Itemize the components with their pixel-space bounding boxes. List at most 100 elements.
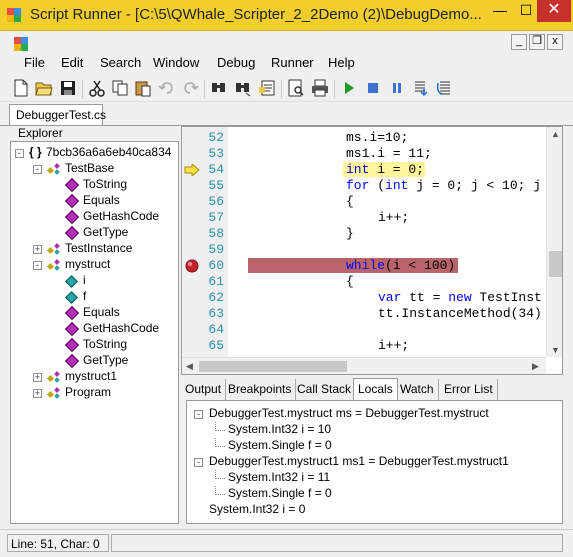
tree-node[interactable]: + mystruct1: [11, 369, 178, 385]
vertical-scroll-thumb[interactable]: [549, 251, 562, 277]
code-line[interactable]: 65 i++;: [182, 338, 552, 354]
tab-output[interactable]: Output: [181, 379, 227, 400]
mdi-restore-button[interactable]: ❐: [529, 34, 545, 50]
locals-panel[interactable]: - DebuggerTest.mystruct ms = DebuggerTest…: [186, 400, 563, 524]
locals-row[interactable]: System.Single f = 0: [187, 438, 562, 454]
code-line[interactable]: 56 {: [182, 194, 552, 210]
tree-node[interactable]: f: [11, 289, 178, 305]
menu-help[interactable]: Help: [328, 55, 355, 70]
redo-icon[interactable]: [181, 79, 199, 97]
replace-icon[interactable]: [258, 79, 276, 97]
menu-debug[interactable]: Debug: [217, 55, 255, 70]
code-line[interactable]: 52 ms.i=10;: [182, 130, 552, 146]
collapse-icon[interactable]: -: [15, 149, 24, 158]
open-folder-icon[interactable]: [35, 79, 53, 97]
tree-node[interactable]: GetType: [11, 353, 178, 369]
tab-call-stack[interactable]: Call Stack: [293, 379, 357, 400]
run-icon[interactable]: [340, 79, 358, 97]
code-line[interactable]: 57 i++;: [182, 210, 552, 226]
tree-node[interactable]: - mystruct: [11, 257, 178, 273]
mdi-close-button[interactable]: x: [547, 34, 563, 50]
scroll-down-icon[interactable]: ▼: [551, 345, 560, 355]
menu-file[interactable]: File: [24, 55, 45, 70]
explorer-tree[interactable]: -{ } 7bcb36a6a6eb40ca834- TestBase ToString…: [10, 141, 179, 524]
maximize-button[interactable]: ☐: [513, 0, 539, 22]
horizontal-scroll-thumb[interactable]: [199, 361, 347, 372]
breakpoint-icon[interactable]: [185, 259, 199, 273]
expand-icon[interactable]: +: [33, 373, 42, 382]
new-file-icon[interactable]: [12, 79, 30, 97]
save-icon[interactable]: [59, 79, 77, 97]
tree-node[interactable]: i: [11, 273, 178, 289]
paste-icon[interactable]: [134, 79, 152, 97]
code-line[interactable]: 59: [182, 242, 552, 258]
code-line[interactable]: 55 for (int j = 0; j < 10; j: [182, 178, 552, 194]
menu-edit[interactable]: Edit: [61, 55, 83, 70]
mdi-minimize-button[interactable]: _: [511, 34, 527, 50]
tree-node[interactable]: ToString: [11, 177, 178, 193]
minimize-button[interactable]: —: [487, 0, 513, 22]
collapse-icon[interactable]: -: [194, 410, 203, 419]
scroll-left-icon[interactable]: ◀: [186, 361, 193, 372]
stop-icon[interactable]: [364, 79, 382, 97]
undo-icon[interactable]: [158, 79, 176, 97]
tree-node[interactable]: -{ } 7bcb36a6a6eb40ca834: [11, 145, 178, 161]
locals-row[interactable]: System.Single f = 0: [187, 486, 562, 502]
locals-row[interactable]: System.Int32 i = 11: [187, 470, 562, 486]
locals-row[interactable]: - DebuggerTest.mystruct1 ms1 = DebuggerTe…: [187, 454, 562, 470]
step-into-icon[interactable]: [412, 79, 430, 97]
code-line[interactable]: 64: [182, 322, 552, 338]
find-next-icon[interactable]: [234, 79, 252, 97]
print-icon[interactable]: [311, 79, 329, 97]
close-button[interactable]: ✕: [537, 0, 571, 22]
menu-search[interactable]: Search: [100, 55, 141, 70]
code-text: ms1.i = 11;: [346, 146, 432, 161]
vertical-scrollbar[interactable]: ▲ ▼: [546, 127, 562, 357]
title-bar[interactable]: Script Runner - [C:\5\QWhale_Scripter_2_…: [0, 0, 573, 31]
tab-locals[interactable]: Locals: [353, 378, 398, 401]
collapse-icon[interactable]: -: [33, 165, 42, 174]
tab-breakpoints[interactable]: Breakpoints: [224, 379, 297, 400]
tab-watch[interactable]: Watch: [396, 379, 439, 400]
tab-debuggertest[interactable]: DebuggerTest.cs: [9, 104, 106, 125]
step-over-icon[interactable]: [436, 79, 454, 97]
collapse-icon[interactable]: -: [33, 261, 42, 270]
copy-icon[interactable]: [111, 79, 129, 97]
code-line[interactable]: 60 while(i < 100): [182, 258, 552, 274]
menu-window[interactable]: Window: [153, 55, 199, 70]
tree-node[interactable]: + Program: [11, 385, 178, 401]
locals-row[interactable]: System.Int32 i = 10: [187, 422, 562, 438]
line-number: 56: [208, 194, 224, 209]
locals-row[interactable]: System.Int32 i = 0: [187, 502, 562, 518]
code-editor[interactable]: 52 ms.i=10; 53 ms1.i = 11; 54 int i = 0; 55 for…: [181, 126, 563, 375]
code-line[interactable]: 63 tt.InstanceMethod(34): [182, 306, 552, 322]
document-icon[interactable]: [14, 37, 28, 51]
expand-icon[interactable]: +: [33, 389, 42, 398]
code-line[interactable]: 53 ms1.i = 11;: [182, 146, 552, 162]
tree-node[interactable]: GetHashCode: [11, 321, 178, 337]
horizontal-scrollbar[interactable]: ◀ ▶: [182, 357, 546, 374]
expand-icon[interactable]: +: [33, 245, 42, 254]
pause-icon[interactable]: [388, 79, 406, 97]
print-preview-icon[interactable]: [287, 79, 305, 97]
scroll-right-icon[interactable]: ▶: [532, 361, 539, 372]
tree-node[interactable]: - TestBase: [11, 161, 178, 177]
tree-node[interactable]: Equals: [11, 193, 178, 209]
cut-icon[interactable]: [88, 79, 106, 97]
tree-connector: [215, 422, 225, 431]
tab-error-list[interactable]: Error List: [440, 379, 498, 400]
code-line[interactable]: 61 {: [182, 274, 552, 290]
locals-row[interactable]: - DebuggerTest.mystruct ms = DebuggerTest…: [187, 406, 562, 422]
scroll-up-icon[interactable]: ▲: [551, 129, 560, 139]
code-line[interactable]: 62 var tt = new TestInst: [182, 290, 552, 306]
find-icon[interactable]: [210, 79, 228, 97]
code-line[interactable]: 54 int i = 0;: [182, 162, 552, 178]
tree-node[interactable]: GetHashCode: [11, 209, 178, 225]
tree-node[interactable]: + TestInstance: [11, 241, 178, 257]
code-line[interactable]: 58}: [182, 226, 552, 242]
menu-runner[interactable]: Runner: [271, 55, 314, 70]
collapse-icon[interactable]: -: [194, 458, 203, 467]
tree-node[interactable]: GetType: [11, 225, 178, 241]
tree-node[interactable]: ToString: [11, 337, 178, 353]
tree-node[interactable]: Equals: [11, 305, 178, 321]
